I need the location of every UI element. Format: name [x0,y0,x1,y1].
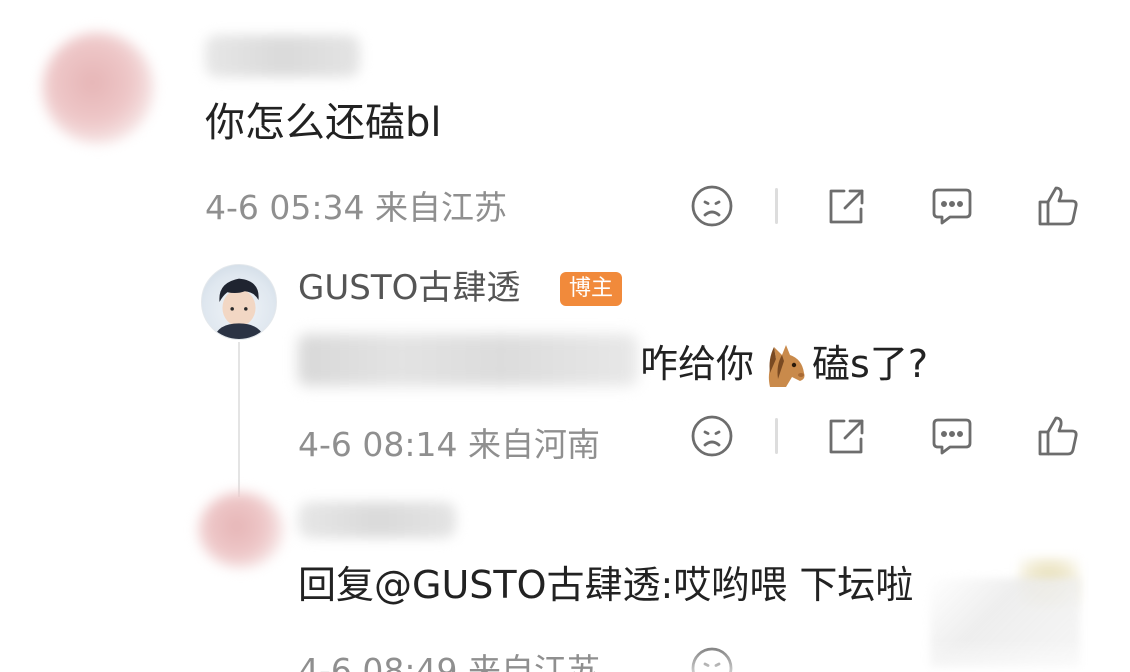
username-blurred[interactable] [298,502,456,538]
sad-face-icon[interactable] [688,412,736,460]
divider [775,418,778,454]
username-blurred[interactable] [205,35,360,77]
avatar[interactable] [42,32,154,144]
thread-line [238,342,240,497]
bottom-fade [680,640,1130,672]
share-icon[interactable] [822,412,870,460]
avatar[interactable] [201,264,277,340]
reply-text-part: 磕s了? [812,342,928,386]
comment-meta: 4-6 05:34 来自江苏 [205,188,507,227]
share-icon[interactable] [822,182,870,230]
comment-icon[interactable] [928,182,976,230]
horse-emoji-icon [756,339,810,389]
avatar[interactable] [198,492,284,568]
reply-text: 咋给你 磕s了? [640,339,928,389]
comment-meta: 4-6 08:49 来自江苏 [298,651,600,672]
username[interactable]: GUSTO古肆透 [298,271,520,305]
reply-text-part: 咋给你 [640,342,755,386]
sad-face-icon[interactable] [688,182,736,230]
like-icon[interactable] [1034,182,1082,230]
comment-text: 你怎么还磕bl [205,100,442,146]
divider [775,188,778,224]
comment-meta: 4-6 08:14 来自河南 [298,425,600,464]
comment-icon[interactable] [928,412,976,460]
like-icon[interactable] [1034,412,1082,460]
comment-text: 回复@GUSTO古肆透:哎哟喂 下坛啦 [298,563,914,607]
blogger-badge: 博主 [560,272,622,306]
comment-thread: 你怎么还磕bl 4-6 05:34 来自江苏 GUSTO古肆透 博主 咋给你 磕… [0,0,1130,672]
reply-quote-blurred [298,334,638,386]
